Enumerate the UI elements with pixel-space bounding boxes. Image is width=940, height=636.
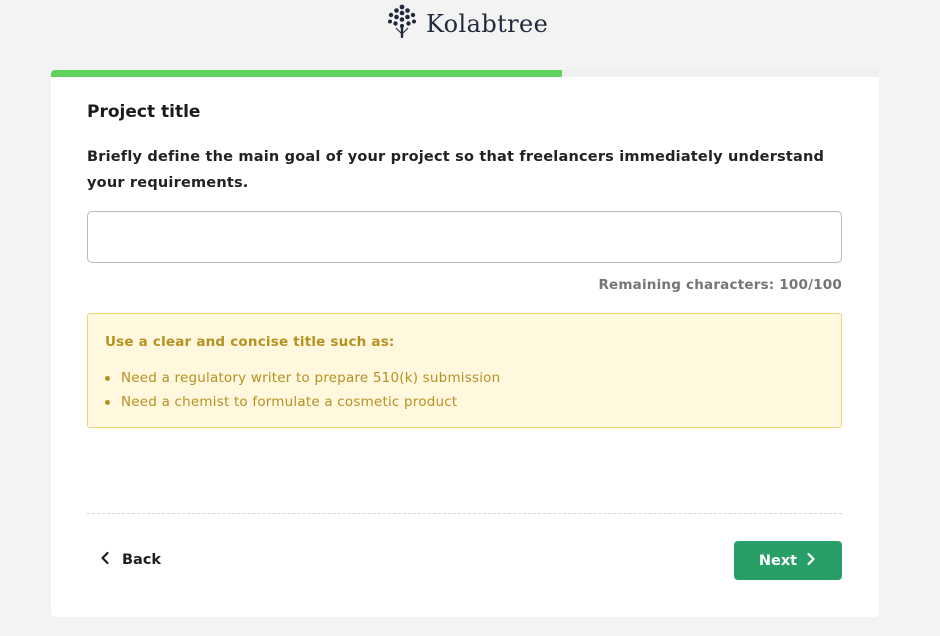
back-button[interactable]: Back: [99, 548, 161, 572]
next-label: Next: [758, 552, 798, 569]
brand-logo[interactable]: Kolabtree: [386, 4, 549, 44]
page-header: Kolabtree: [0, 0, 940, 50]
tip-text: Need a regulatory writer to prepare 510(…: [121, 370, 501, 386]
project-title-input[interactable]: [87, 211, 842, 263]
bullet-icon: [105, 399, 110, 405]
bullet-icon: [105, 375, 110, 381]
next-button[interactable]: Next: [734, 541, 842, 580]
tips-list: Need a regulatory writer to prepare 510(…: [105, 366, 500, 414]
divider: [87, 513, 842, 514]
form-description: Briefly define the main goal of your pro…: [87, 149, 825, 191]
chevron-left-icon: [99, 551, 122, 569]
project-form-card: Project title Briefly define the main go…: [51, 70, 879, 617]
tips-heading: Use a clear and concise title such as:: [105, 334, 395, 350]
progress-fill: [51, 70, 562, 77]
brand-name: Kolabtree: [426, 10, 549, 38]
progress-bar: [51, 70, 879, 77]
chevron-right-icon: [797, 552, 817, 570]
remaining-characters: Remaining characters: 100/100: [598, 277, 842, 293]
back-label: Back: [122, 552, 162, 568]
page-title: Project title: [87, 102, 201, 122]
title-tips-box: Use a clear and concise title such as: N…: [87, 313, 842, 428]
tip-text: Need a chemist to formulate a cosmetic p…: [121, 394, 458, 410]
tree-logo-icon: [386, 4, 418, 44]
list-item: Need a regulatory writer to prepare 510(…: [105, 366, 500, 390]
list-item: Need a chemist to formulate a cosmetic p…: [105, 390, 500, 414]
